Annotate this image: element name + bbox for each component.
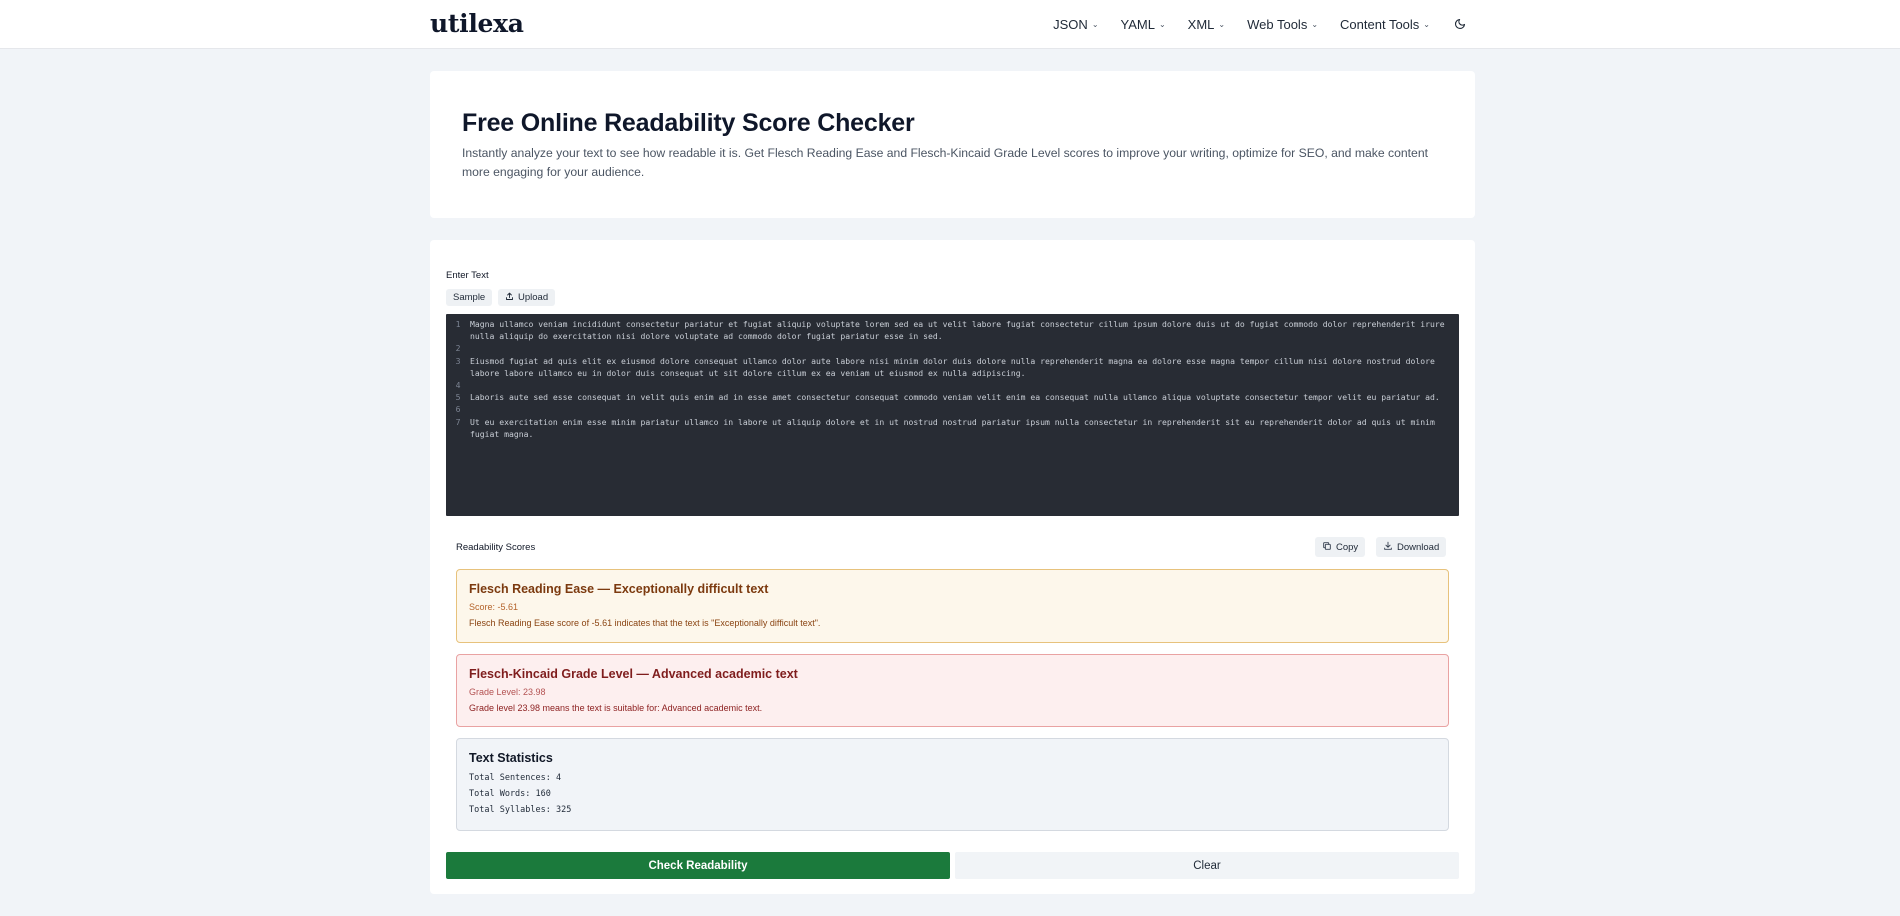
line-text: Laboris aute sed esse consequat in velit… <box>470 392 1440 403</box>
text-editor[interactable]: 1 Magna ullamco veniam incididunt consect… <box>446 314 1459 516</box>
editor-line: 7 Ut eu exercitation enim esse minim pari… <box>446 416 1459 440</box>
nav-item-web-tools[interactable]: Web Tools ⌄ <box>1247 17 1318 32</box>
line-number: 6 <box>455 404 461 415</box>
reading-ease-title: Flesch Reading Ease — Exceptionally diff… <box>469 582 769 596</box>
upload-button[interactable]: Upload <box>498 289 556 306</box>
line-number: 2 <box>455 343 461 354</box>
upload-button-label: Upload <box>518 292 549 303</box>
chevron-down-icon: ⌄ <box>1311 20 1319 29</box>
line-number: 5 <box>455 392 461 403</box>
clear-button[interactable]: Clear <box>955 852 1459 879</box>
top-navbar: utilexa JSON ⌄ YAML ⌄ XML ⌄ Web Tools ⌄ … <box>0 0 1900 49</box>
chevron-down-icon: ⌄ <box>1423 20 1430 29</box>
total-words: Total Words: 160 <box>469 789 551 799</box>
nav-item-label: YAML <box>1120 16 1155 32</box>
check-readability-button[interactable]: Check Readability <box>446 852 950 879</box>
sample-button-label: Sample <box>453 292 486 303</box>
grade-level-description: Grade level 23.98 means the text is suit… <box>469 703 763 713</box>
nav-item-label: JSON <box>1053 16 1088 32</box>
text-statistics-title: Text Statistics <box>469 751 553 765</box>
chevron-down-icon: ⌄ <box>1091 20 1099 29</box>
line-number: 4 <box>455 380 461 391</box>
editor-line: 3 Eiusmod fugiat ad quis elit ex eiusmod … <box>446 355 1459 379</box>
total-sentences: Total Sentences: 4 <box>469 773 562 783</box>
reading-ease-result: Flesch Reading Ease — Exceptionally diff… <box>456 569 1449 643</box>
grade-level-score: Grade Level: 23.98 <box>469 687 546 697</box>
reading-ease-score: Score: -5.61 <box>469 602 519 612</box>
results-label: Readability Scores <box>456 542 536 553</box>
editor-line: 2 <box>446 342 1459 354</box>
chevron-down-icon: ⌄ <box>1218 20 1226 29</box>
readability-tool-card: Enter Text Sample Upload 1 Magna ullamco … <box>430 240 1475 894</box>
line-number: 1 <box>455 319 461 329</box>
text-statistics-result: Text Statistics Total Sentences: 4 Total… <box>456 738 1449 831</box>
page-description: Instantly analyze your text to see how r… <box>462 146 1428 179</box>
site-logo[interactable]: utilexa <box>430 9 524 38</box>
grade-level-result: Flesch-Kincaid Grade Level — Advanced ac… <box>456 654 1449 727</box>
copy-button-label: Copy <box>1336 541 1359 553</box>
line-text <box>470 403 1459 415</box>
nav-item-yaml[interactable]: YAML ⌄ <box>1121 17 1166 32</box>
grade-level-title: Flesch-Kincaid Grade Level — Advanced ac… <box>469 667 798 681</box>
download-icon <box>1383 541 1393 554</box>
line-text <box>470 379 1459 391</box>
page-title: Free Online Readability Score Checker <box>462 109 915 137</box>
line-number: 3 <box>455 355 461 366</box>
statistics-list: Total Sentences: 4 Total Words: 160 Tota… <box>469 770 1436 818</box>
main-nav: JSON ⌄ YAML ⌄ XML ⌄ Web Tools ⌄ Content … <box>1053 0 1468 48</box>
nav-item-label: Web Tools <box>1247 16 1308 32</box>
nav-item-content-tools[interactable]: Content Tools ⌄ <box>1340 17 1430 32</box>
editor-line: 5 Laboris aute sed esse consequat in veli… <box>446 391 1459 403</box>
line-text: Ut eu exercitation enim esse minim paria… <box>470 416 1440 439</box>
copy-icon <box>1322 541 1332 554</box>
copy-button[interactable]: Copy <box>1315 537 1366 557</box>
input-label: Enter Text <box>446 270 489 281</box>
upload-icon <box>505 292 514 304</box>
total-syllables: Total Syllables: 325 <box>469 805 572 815</box>
line-text: Magna ullamco veniam incididunt consecte… <box>470 319 1450 342</box>
sample-button[interactable]: Sample <box>446 289 493 306</box>
chevron-down-icon: ⌄ <box>1158 20 1166 29</box>
download-button-label: Download <box>1397 541 1440 553</box>
nav-item-label: XML <box>1187 16 1215 32</box>
line-number: 7 <box>455 416 461 427</box>
nav-item-json[interactable]: JSON ⌄ <box>1053 17 1098 32</box>
moon-icon[interactable] <box>1452 16 1468 32</box>
editor-line: 1 Magna ullamco veniam incididunt consect… <box>446 318 1459 342</box>
nav-item-xml[interactable]: XML ⌄ <box>1188 17 1225 32</box>
editor-line: 6 <box>446 403 1459 415</box>
editor-line: 4 <box>446 379 1459 391</box>
line-text: Eiusmod fugiat ad quis elit ex eiusmod d… <box>470 355 1440 378</box>
line-text <box>470 342 1459 354</box>
reading-ease-description: Flesch Reading Ease score of -5.61 indic… <box>469 618 821 628</box>
download-button[interactable]: Download <box>1376 537 1447 557</box>
hero-card: Free Online Readability Score Checker In… <box>430 71 1475 218</box>
nav-item-label: Content Tools <box>1340 16 1420 32</box>
